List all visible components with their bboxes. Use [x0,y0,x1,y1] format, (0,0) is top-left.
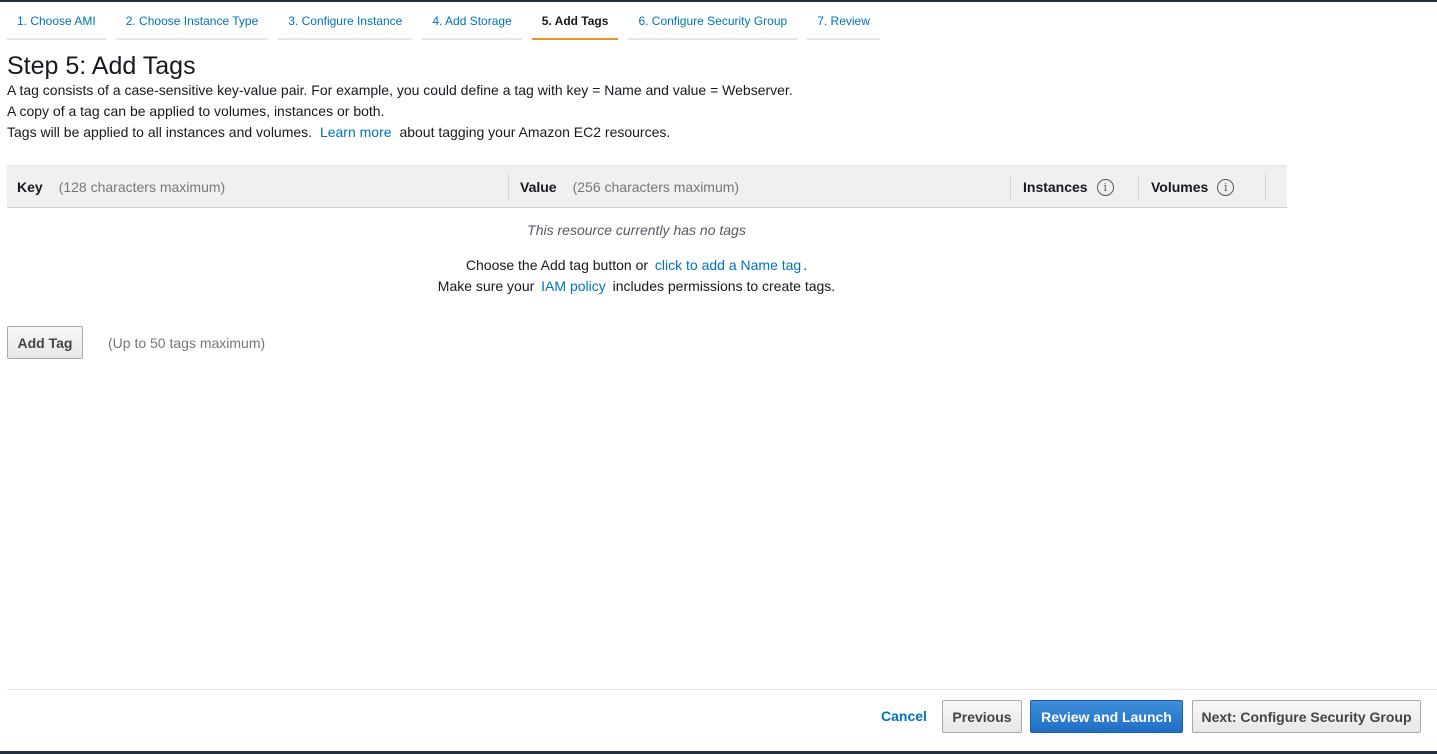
volumes-info-icon[interactable]: i [1217,178,1235,196]
description-line-3-suffix: about tagging your Amazon EC2 resources. [399,124,671,140]
description-line-1: A tag consists of a case-sensitive key-v… [7,82,793,98]
iam-policy-hint-line: Make sure your IAM policy includes permi… [0,278,1273,294]
empty-tags-message: This resource currently has no tags [527,222,746,238]
add-tag-hint-line: Choose the Add tag button or click to ad… [0,257,1273,273]
tab-choose-ami[interactable]: 1. Choose AMI [7,2,106,40]
tag-table: Key (128 characters maximum) Value (256 … [7,165,1287,208]
add-tag-limit-hint: (Up to 50 tags maximum) [108,335,266,351]
tab-add-storage[interactable]: 4. Add Storage [422,2,522,40]
wizard-tabs: 1. Choose AMI 2. Choose Instance Type 3.… [7,2,890,40]
tab-add-tags[interactable]: 5. Add Tags [531,2,619,40]
column-value-label: Value [520,179,557,195]
add-name-tag-link[interactable]: click to add a Name tag [655,257,801,273]
cancel-button[interactable]: Cancel [881,708,927,724]
column-divider [1265,174,1266,200]
tab-review[interactable]: 7. Review [807,2,880,40]
column-value: Value (256 characters maximum) [508,174,739,200]
hint-line-2-suffix: includes permissions to create tags. [612,278,836,294]
column-key-hint: (128 characters maximum) [58,179,226,195]
hint-line-1-prefix: Choose the Add tag button or [465,257,649,273]
description-line-3-prefix: Tags will be applied to all instances an… [7,124,313,140]
learn-more-link[interactable]: Learn more [320,124,392,140]
iam-policy-link[interactable]: IAM policy [541,278,606,294]
column-volumes-label: Volumes [1151,179,1209,195]
add-tag-button[interactable]: Add Tag [7,326,83,359]
page-title: Step 5: Add Tags [7,52,196,80]
column-instances-label: Instances [1023,179,1088,195]
hint-line-2-prefix: Make sure your [437,278,535,294]
column-volumes: Volumes i [1138,174,1235,200]
column-value-hint: (256 characters maximum) [572,179,740,195]
previous-button[interactable]: Previous [942,700,1022,733]
instances-info-icon[interactable]: i [1096,178,1114,196]
column-key: Key (128 characters maximum) [17,166,225,208]
tag-table-header: Key (128 characters maximum) Value (256 … [7,165,1287,208]
next-configure-security-group-button[interactable]: Next: Configure Security Group [1192,700,1421,733]
review-and-launch-button[interactable]: Review and Launch [1030,700,1183,733]
column-instances: Instances i [1010,174,1114,200]
footer-divider [7,689,1437,690]
description-line-3: Tags will be applied to all instances an… [7,124,670,140]
tab-configure-security-group[interactable]: 6. Configure Security Group [628,2,798,40]
column-key-label: Key [17,179,43,195]
description-line-2: A copy of a tag can be applied to volume… [7,103,385,119]
tab-choose-instance-type[interactable]: 2. Choose Instance Type [115,2,269,40]
tab-configure-instance[interactable]: 3. Configure Instance [278,2,413,40]
hint-line-1-suffix: . [803,257,808,273]
